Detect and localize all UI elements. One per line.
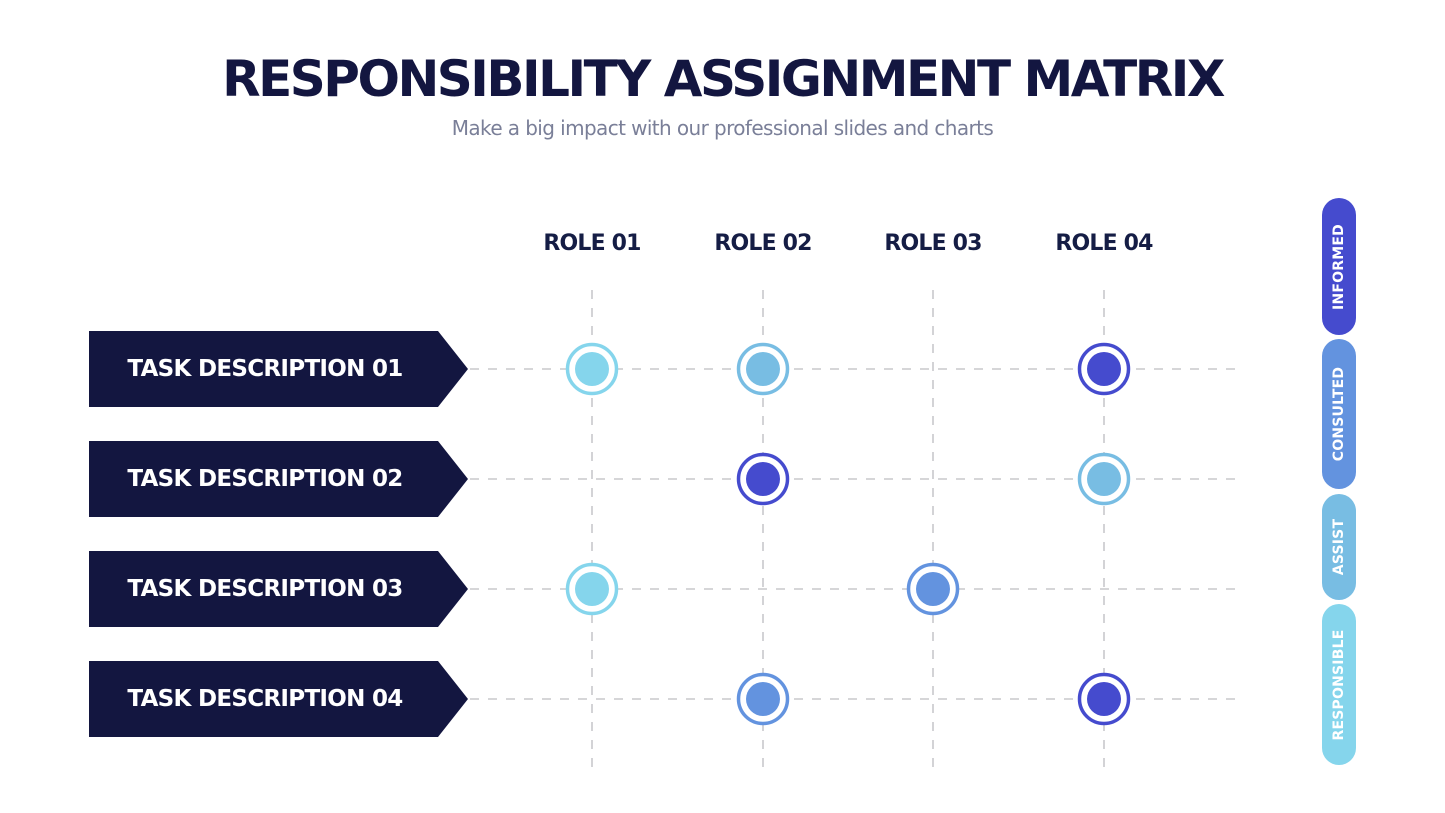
task-row-label: TASK DESCRIPTION 02 <box>89 441 468 517</box>
task-label: TASK DESCRIPTION 03 <box>127 576 403 602</box>
legend-label: CONSULTED <box>1331 366 1347 462</box>
marker-dot-assist <box>1087 462 1121 496</box>
marker-dot-informed <box>746 462 780 496</box>
legend-assist: ASSIST <box>1322 494 1356 600</box>
marker-dot-informed <box>1087 682 1121 716</box>
legend-informed: INFORMED <box>1322 198 1356 335</box>
marker-dot-informed <box>1087 352 1121 386</box>
marker-dot-assist <box>746 352 780 386</box>
task-label: TASK DESCRIPTION 02 <box>127 466 403 492</box>
role-header: ROLE 03 <box>884 231 982 256</box>
legend-consulted: CONSULTED <box>1322 339 1356 489</box>
legend-label: RESPONSIBLE <box>1331 629 1347 740</box>
role-header: ROLE 01 <box>543 231 641 256</box>
role-header: ROLE 04 <box>1055 231 1153 256</box>
task-row-label: TASK DESCRIPTION 03 <box>89 551 468 627</box>
task-label: TASK DESCRIPTION 04 <box>127 686 403 712</box>
legend-label: ASSIST <box>1331 518 1347 576</box>
marker-dot-consulted <box>916 572 950 606</box>
task-row-label: TASK DESCRIPTION 04 <box>89 661 468 737</box>
legend-label: INFORMED <box>1331 223 1347 310</box>
legend-responsible: RESPONSIBLE <box>1322 604 1356 765</box>
marker-dot-responsible <box>575 352 609 386</box>
task-row-label: TASK DESCRIPTION 01 <box>89 331 468 407</box>
role-header: ROLE 02 <box>714 231 812 256</box>
marker-dot-responsible <box>575 572 609 606</box>
marker-dot-consulted <box>746 682 780 716</box>
task-label: TASK DESCRIPTION 01 <box>127 356 403 382</box>
